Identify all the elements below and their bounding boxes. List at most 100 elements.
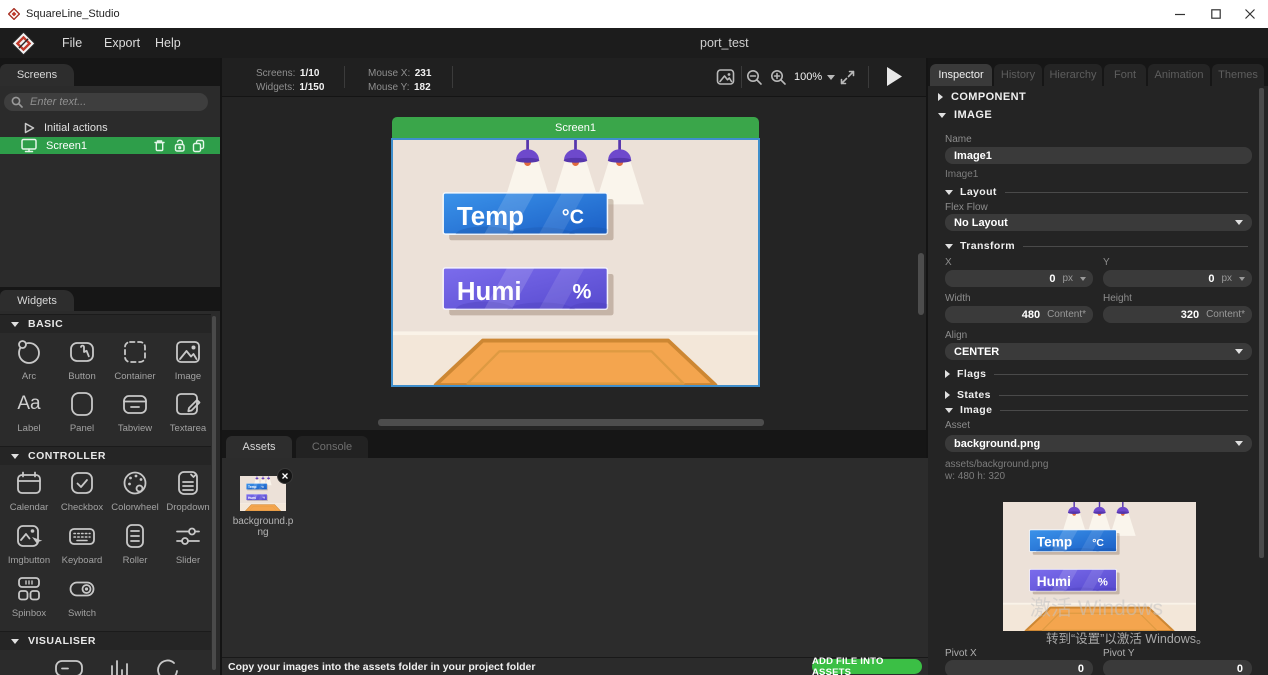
screen-item-initial-actions[interactable]: Initial actions — [0, 119, 220, 136]
canvas-screen-header[interactable]: Screen1 — [392, 117, 759, 138]
screen-item-label: Initial actions — [44, 122, 108, 134]
widget-textarea[interactable]: Textarea — [161, 386, 215, 434]
zoom-level-select[interactable]: 100% — [794, 71, 835, 83]
canvas-screen[interactable] — [391, 138, 760, 387]
widget-arc[interactable]: Arc — [2, 334, 56, 382]
align-select[interactable]: CENTER — [945, 343, 1252, 360]
transform-section-header[interactable]: Transform — [945, 240, 1252, 252]
chevron-down-icon — [1235, 220, 1243, 225]
name-input[interactable]: Image1 — [945, 147, 1252, 164]
canvas-scene — [393, 140, 758, 385]
asset-path: assets/background.png — [945, 459, 1048, 470]
panel-icon — [55, 386, 109, 422]
image-subsection-header[interactable]: Image — [945, 404, 1252, 416]
flags-section-header[interactable]: Flags — [945, 368, 1252, 380]
widget-tabview[interactable]: Tabview — [108, 386, 162, 434]
widget-calendar[interactable]: Calendar — [2, 465, 56, 513]
add-file-into-assets-button[interactable]: ADD FILE INTO ASSETS — [812, 659, 922, 674]
widget-spinbox[interactable]: Spinbox — [2, 571, 56, 619]
widget-roller[interactable]: Roller — [108, 518, 162, 566]
squareline-studio-window: SquareLine_Studio File Export Help port_… — [0, 0, 1268, 675]
tab-assets[interactable]: Assets — [226, 436, 292, 458]
zoom-out-icon[interactable] — [746, 69, 764, 86]
widget-button[interactable]: Button — [55, 334, 109, 382]
widget-container[interactable]: Container — [108, 334, 162, 382]
widget-image[interactable]: Image — [161, 334, 215, 382]
width-input[interactable]: 480 Content* — [945, 306, 1093, 323]
tab-themes[interactable]: Themes — [1212, 64, 1264, 86]
y-input[interactable]: 0 px — [1103, 270, 1252, 287]
widget-panel[interactable]: Panel — [55, 386, 109, 434]
play-button[interactable] — [886, 66, 903, 87]
maximize-button[interactable] — [1198, 0, 1234, 28]
canvas-vscrollbar[interactable] — [918, 253, 924, 315]
screens-counter: Screens: 1/10 Widgets: 1/150 — [256, 66, 324, 94]
switch-icon — [55, 571, 109, 607]
background-image-toggle-icon[interactable] — [716, 68, 735, 86]
remove-asset-button[interactable] — [277, 468, 293, 484]
widget-slider[interactable]: Slider — [161, 518, 215, 566]
widget-label[interactable]: Aa Label — [2, 386, 56, 434]
container-icon — [108, 334, 162, 370]
states-section-header[interactable]: States — [945, 389, 1252, 401]
duplicate-screen-icon[interactable] — [191, 138, 206, 153]
section-basic[interactable]: BASIC — [0, 314, 211, 333]
x-input[interactable]: 0 px — [945, 270, 1093, 287]
assets-hint: Copy your images into the assets folder … — [228, 661, 535, 673]
slider-icon — [161, 518, 215, 554]
component-section-header[interactable]: COMPONENT — [938, 91, 1026, 103]
widgets-scrollbar[interactable] — [212, 316, 216, 670]
close-button[interactable] — [1232, 0, 1268, 28]
asset-name: background.p ng — [228, 516, 298, 538]
minimize-button[interactable] — [1162, 0, 1198, 28]
widget-chart[interactable] — [92, 651, 146, 675]
widget-checkbox[interactable]: Checkbox — [55, 465, 109, 513]
pivot-y-input[interactable]: 0 — [1103, 660, 1252, 675]
height-input[interactable]: 320 Content* — [1103, 306, 1252, 323]
tab-console[interactable]: Console — [296, 436, 368, 458]
menu-file[interactable]: File — [62, 28, 82, 58]
keyboard-icon — [55, 518, 109, 554]
window-title: SquareLine_Studio — [26, 8, 120, 20]
windows-activation-watermark: 激活 Windows — [1030, 592, 1163, 622]
section-visualiser[interactable]: VISUALISER — [0, 631, 211, 650]
tab-hierarchy[interactable]: Hierarchy — [1044, 64, 1102, 86]
image-section-header[interactable]: IMAGE — [938, 109, 992, 121]
widget-keyboard[interactable]: Keyboard — [55, 518, 109, 566]
tab-widgets[interactable]: Widgets — [0, 290, 74, 311]
x-label: X — [945, 257, 952, 268]
tab-screens[interactable]: Screens — [0, 64, 74, 86]
widget-imgbutton[interactable]: Imgbutton — [2, 518, 56, 566]
pivot-x-input[interactable]: 0 — [945, 660, 1093, 675]
widget-spinner[interactable] — [140, 651, 194, 675]
menu-help[interactable]: Help — [155, 28, 181, 58]
screens-search[interactable] — [4, 93, 208, 111]
inspector-scrollbar[interactable] — [1259, 88, 1264, 558]
widget-bar[interactable] — [42, 651, 96, 675]
section-controller[interactable]: CONTROLLER — [0, 446, 211, 465]
screen-item-screen1[interactable]: Screen1 — [0, 137, 220, 154]
layout-section-header[interactable]: Layout — [945, 186, 1252, 198]
widget-switch[interactable]: Switch — [55, 571, 109, 619]
lock-screen-icon[interactable] — [172, 138, 187, 153]
mouse-position: Mouse X: 231 Mouse Y: 182 — [368, 66, 431, 94]
tab-font[interactable]: Font — [1104, 64, 1146, 86]
widget-colorwheel[interactable]: Colorwheel — [108, 465, 162, 513]
toolbar-separator — [452, 66, 453, 88]
search-input[interactable] — [28, 95, 202, 109]
app-icon — [8, 8, 20, 20]
textarea-icon — [161, 386, 215, 422]
delete-screen-icon[interactable] — [152, 138, 167, 153]
flex-flow-select[interactable]: No Layout — [945, 214, 1252, 231]
tab-inspector[interactable]: Inspector — [930, 64, 992, 86]
fit-zoom-icon[interactable] — [839, 69, 856, 86]
widget-dropdown[interactable]: Dropdown — [161, 465, 215, 513]
window-titlebar: SquareLine_Studio — [0, 0, 1268, 28]
asset-select[interactable]: background.png — [945, 435, 1252, 452]
tab-history[interactable]: History — [994, 64, 1042, 86]
name-subtext: Image1 — [945, 169, 978, 180]
tab-animation[interactable]: Animation — [1148, 64, 1210, 86]
menu-export[interactable]: Export — [104, 28, 140, 58]
canvas-hscrollbar[interactable] — [378, 419, 764, 426]
zoom-in-icon[interactable] — [770, 69, 788, 86]
